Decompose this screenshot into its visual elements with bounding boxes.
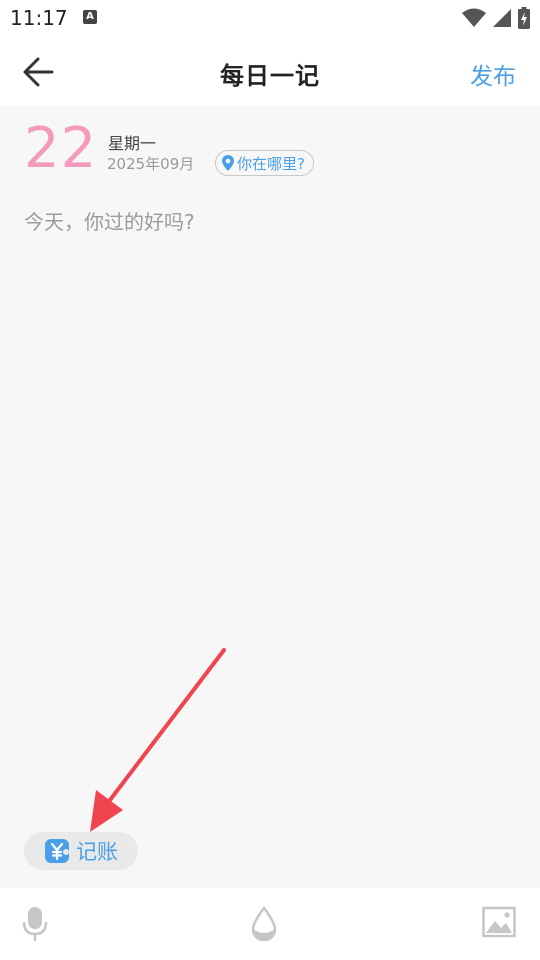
image-icon: [482, 906, 516, 938]
bookkeeping-button[interactable]: 记账: [24, 832, 138, 870]
status-bar: 11:17 A: [0, 0, 540, 36]
location-pin-icon: [222, 155, 234, 171]
weekday-label: 星期一: [108, 134, 157, 153]
mood-button[interactable]: [251, 905, 277, 946]
signal-icon: [493, 9, 511, 27]
status-icons: [462, 7, 530, 29]
voice-button[interactable]: [22, 906, 48, 946]
page-title: 每日一记: [220, 62, 320, 90]
wifi-icon: [462, 8, 486, 27]
location-label: 你在哪里?: [237, 154, 305, 173]
status-time: 11:17: [10, 6, 68, 30]
image-button[interactable]: [482, 906, 516, 942]
year-month-label: 2025年09月: [107, 155, 195, 173]
bottom-toolbar: [0, 888, 540, 960]
location-button[interactable]: 你在哪里?: [215, 150, 314, 176]
day-number: 22: [24, 116, 98, 181]
diary-content: 22 星期一 2025年09月 你在哪里? 今天，你过的好吗? 记账: [0, 106, 540, 888]
notification-icon: A: [83, 10, 97, 24]
publish-button[interactable]: 发布: [470, 57, 516, 91]
app-bar: 每日一记 发布: [0, 36, 540, 106]
diary-text-input[interactable]: 今天，你过的好吗?: [24, 206, 195, 235]
bookkeeping-label: 记账: [76, 840, 118, 864]
microphone-icon: [22, 907, 48, 941]
water-drop-icon: [251, 905, 277, 942]
yen-note-icon: [45, 839, 69, 863]
battery-icon: [518, 7, 530, 29]
